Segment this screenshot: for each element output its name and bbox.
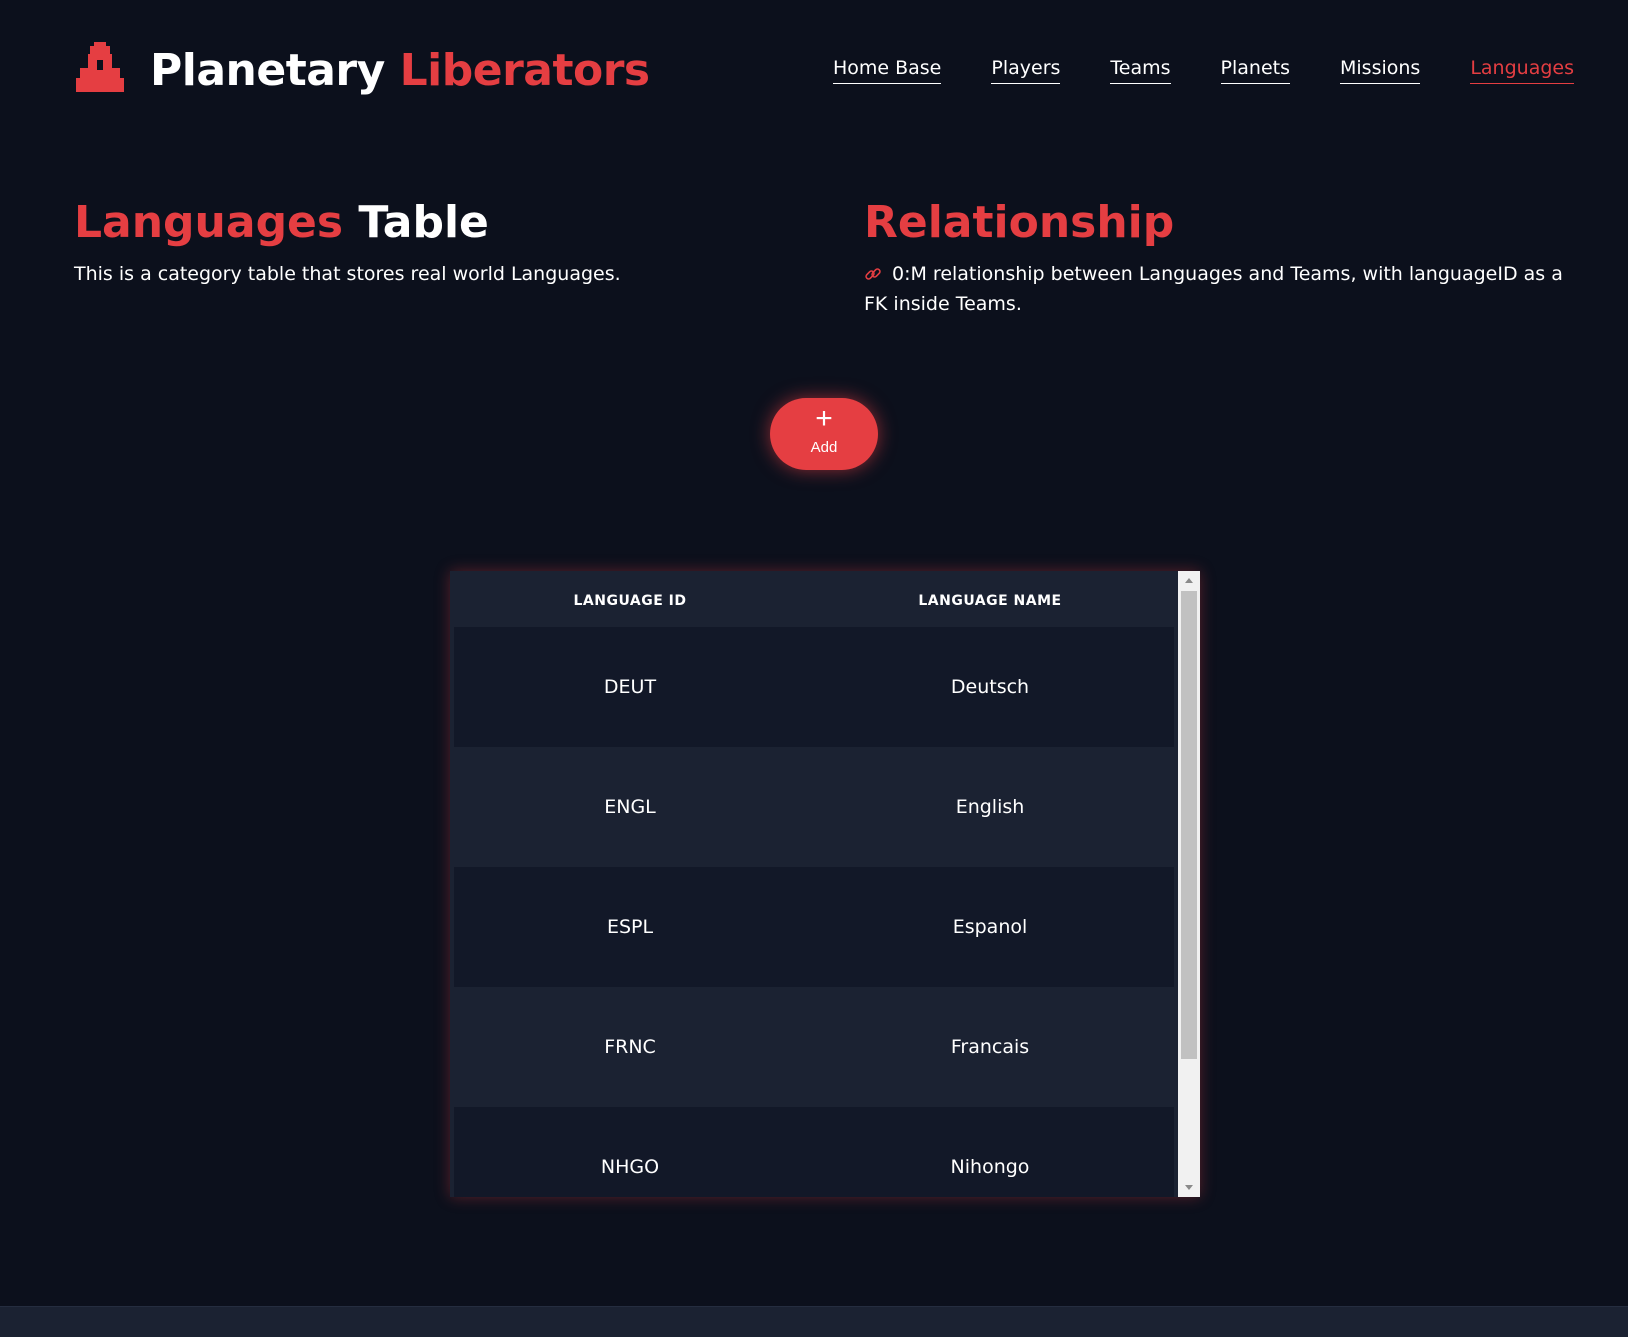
table-body: DEUT Deutsch ENGL English ESPL Espanol F…: [454, 627, 1174, 1197]
table-row[interactable]: ENGL English: [454, 747, 1174, 867]
page-footer: [0, 1306, 1628, 1337]
page-title-accent: Languages: [74, 197, 344, 248]
scroll-down-arrow-icon[interactable]: [1178, 1179, 1200, 1197]
site-title[interactable]: Planetary Liberators: [150, 40, 650, 102]
column-header-language-id[interactable]: LANGUAGE ID: [454, 571, 806, 627]
plus-icon: +: [815, 402, 833, 435]
cell-language-name: Francais: [950, 1036, 1030, 1058]
nav-planets[interactable]: Planets: [1220, 54, 1290, 84]
cell-language-id: DEUT: [603, 676, 657, 698]
cell-language-name: Deutsch: [950, 676, 1030, 698]
scrollbar-thumb[interactable]: [1181, 591, 1197, 1059]
table-row[interactable]: DEUT Deutsch: [454, 627, 1174, 747]
relationship-description: 0:M relationship between Languages and T…: [864, 259, 1574, 319]
cell-language-id: ENGL: [604, 796, 656, 818]
main-nav: Home Base Players Teams Planets Missions…: [832, 54, 1574, 84]
relationship-text: 0:M relationship between Languages and T…: [864, 263, 1563, 315]
nav-home-base[interactable]: Home Base: [832, 54, 942, 84]
table-row[interactable]: NHGO Nihongo: [454, 1107, 1174, 1197]
column-header-language-name[interactable]: LANGUAGE NAME: [806, 571, 1174, 627]
table-scrollbar[interactable]: [1178, 571, 1200, 1197]
cell-language-name: Nihongo: [950, 1156, 1030, 1178]
cell-language-name: English: [955, 796, 1025, 818]
site-header: Planetary Liberators Home Base Players T…: [0, 0, 1628, 140]
cell-language-id: ESPL: [606, 916, 654, 938]
cell-language-id: NHGO: [600, 1156, 660, 1178]
page-title: Languages Table: [74, 195, 489, 251]
page-description: This is a category table that stores rea…: [74, 263, 621, 285]
scroll-up-arrow-icon[interactable]: [1178, 571, 1200, 589]
cell-language-name: Espanol: [952, 916, 1028, 938]
table-row[interactable]: FRNC Francais: [454, 987, 1174, 1107]
site-title-part1: Planetary: [150, 45, 385, 96]
add-button-label: Add: [810, 439, 838, 456]
site-title-part2: Liberators: [399, 45, 651, 96]
languages-table: LANGUAGE ID LANGUAGE NAME DEUT Deutsch E…: [450, 571, 1200, 1197]
table-row[interactable]: ESPL Espanol: [454, 867, 1174, 987]
nav-missions[interactable]: Missions: [1340, 54, 1421, 84]
page-title-rest: Table: [358, 197, 489, 248]
rocket-icon[interactable]: [74, 42, 126, 92]
table-header: LANGUAGE ID LANGUAGE NAME: [450, 571, 1178, 627]
cell-language-id: FRNC: [604, 1036, 656, 1058]
nav-languages[interactable]: Languages: [1470, 54, 1574, 84]
relationship-title: Relationship: [864, 195, 1174, 251]
nav-teams[interactable]: Teams: [1110, 54, 1171, 84]
relationship-title-text: Relationship: [864, 197, 1175, 248]
add-button[interactable]: + Add: [770, 398, 878, 470]
link-icon: [865, 268, 881, 280]
nav-players[interactable]: Players: [991, 54, 1061, 84]
